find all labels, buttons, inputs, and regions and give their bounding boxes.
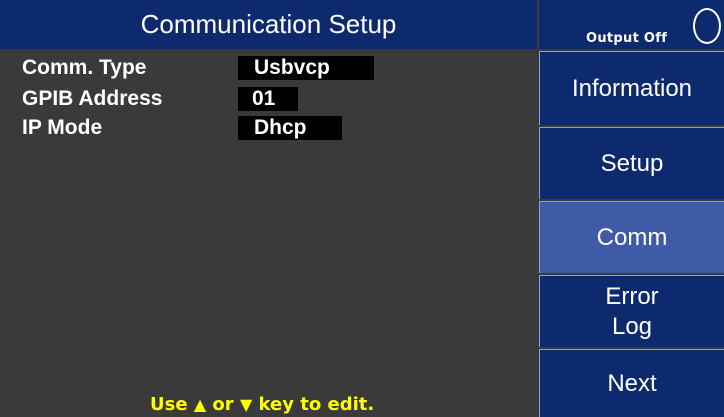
- softkey-column: Information Setup Comm Error Log Next: [539, 49, 724, 417]
- ip-mode-label: IP Mode: [22, 116, 103, 139]
- setup-softkey-label: Setup: [600, 149, 664, 177]
- instrument-screen: Communication Setup Output Off Comm. Typ…: [0, 0, 724, 417]
- hint-middle: or: [212, 394, 234, 415]
- error-log-softkey[interactable]: Error Log: [539, 275, 724, 347]
- param-row-gpib-address: GPIB Address 01: [0, 87, 537, 111]
- information-softkey-label: Information: [571, 74, 693, 102]
- error-log-softkey-line2: Log: [611, 312, 653, 340]
- up-arrow-icon: ▲: [193, 395, 207, 414]
- next-softkey[interactable]: Next: [539, 349, 724, 417]
- output-status-label: Output Off: [586, 31, 668, 46]
- comm-softkey-label: Comm: [596, 223, 668, 251]
- param-row-ip-mode: IP Mode Dhcp: [0, 116, 537, 140]
- information-softkey[interactable]: Information: [539, 51, 724, 125]
- comm-type-field[interactable]: Usbvcp: [238, 56, 374, 80]
- setup-softkey[interactable]: Setup: [539, 127, 724, 199]
- down-arrow-icon: ▼: [239, 395, 253, 414]
- output-status-area: Output Off: [539, 0, 724, 49]
- gpib-address-label: GPIB Address: [22, 87, 163, 110]
- next-softkey-label: Next: [607, 369, 657, 397]
- gpib-address-field[interactable]: 01: [238, 87, 298, 111]
- edit-hint: Use ▲ or ▼ key to edit.: [150, 394, 374, 416]
- page-title: Communication Setup: [0, 0, 537, 49]
- comm-type-label: Comm. Type: [22, 56, 147, 79]
- page-title-text: Communication Setup: [140, 9, 397, 39]
- hint-suffix: key to edit.: [258, 394, 375, 415]
- comm-softkey[interactable]: Comm: [539, 201, 724, 273]
- output-indicator-icon: [693, 8, 721, 44]
- hint-prefix: Use: [150, 394, 188, 415]
- ip-mode-field[interactable]: Dhcp: [238, 116, 342, 140]
- param-row-comm-type: Comm. Type Usbvcp: [0, 56, 537, 80]
- error-log-softkey-line1: Error: [605, 282, 659, 310]
